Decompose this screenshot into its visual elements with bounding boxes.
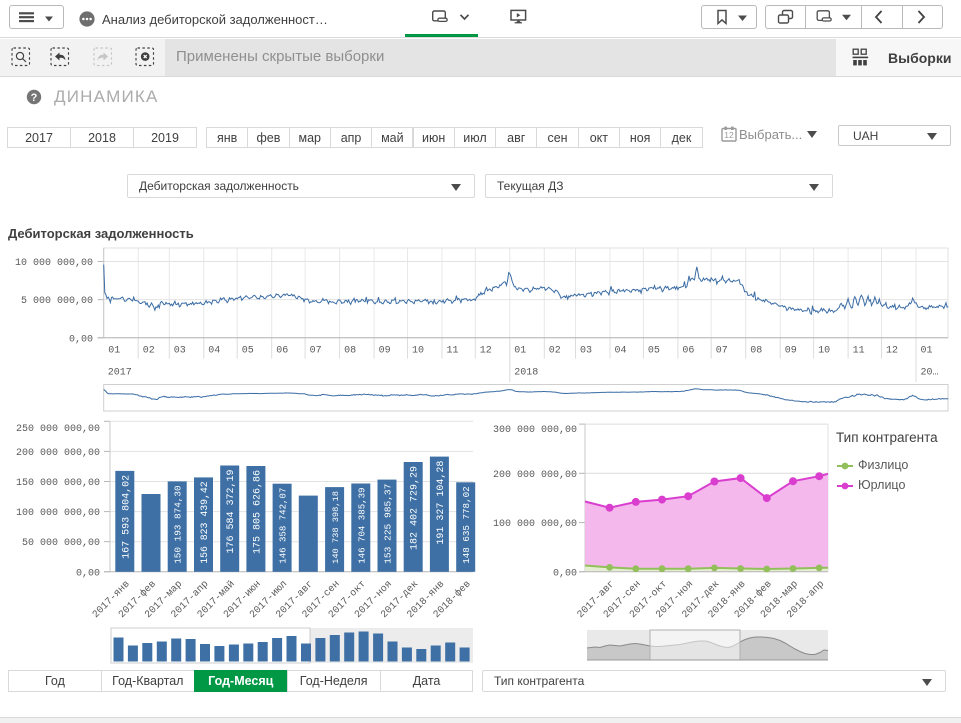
svg-text:03: 03 bbox=[174, 346, 186, 357]
svg-text:2017: 2017 bbox=[108, 368, 132, 379]
svg-text:01: 01 bbox=[108, 346, 120, 357]
svg-text:08: 08 bbox=[750, 346, 762, 357]
svg-text:06: 06 bbox=[682, 346, 694, 357]
svg-text:200 000 000,00: 200 000 000,00 bbox=[493, 470, 577, 481]
svg-text:200 000 000,00: 200 000 000,00 bbox=[16, 448, 100, 459]
svg-text:148 635 778,02: 148 635 778,02 bbox=[461, 486, 472, 563]
svg-text:20…: 20… bbox=[921, 368, 939, 379]
svg-text:175 805 626,86: 175 805 626,86 bbox=[252, 470, 263, 554]
svg-text:156 823 439,42: 156 823 439,42 bbox=[199, 481, 210, 563]
svg-text:03: 03 bbox=[580, 346, 592, 357]
svg-text:04: 04 bbox=[208, 346, 220, 357]
svg-text:05: 05 bbox=[242, 346, 254, 357]
svg-text:191 327 104,28: 191 327 104,28 bbox=[436, 461, 447, 545]
svg-text:12: 12 bbox=[480, 346, 492, 357]
svg-text:167 593 804,02: 167 593 804,02 bbox=[121, 475, 132, 559]
svg-text:0,00: 0,00 bbox=[553, 568, 577, 579]
svg-text:05: 05 bbox=[648, 346, 660, 357]
svg-text:07: 07 bbox=[716, 346, 728, 357]
svg-text:250 000 000,00: 250 000 000,00 bbox=[16, 424, 100, 435]
svg-text:06: 06 bbox=[276, 346, 288, 357]
svg-text:07: 07 bbox=[310, 346, 322, 357]
svg-text:01: 01 bbox=[921, 346, 933, 357]
svg-text:140 738 398,18: 140 738 398,18 bbox=[331, 491, 341, 564]
svg-text:100 000 000,00: 100 000 000,00 bbox=[493, 519, 577, 530]
svg-text:146 358 742,07: 146 358 742,07 bbox=[278, 488, 289, 564]
svg-text:09: 09 bbox=[785, 346, 797, 357]
svg-text:182 402 729,29: 182 402 729,29 bbox=[410, 466, 421, 550]
svg-text:2018: 2018 bbox=[514, 368, 538, 379]
svg-text:176 584 372,19: 176 584 372,19 bbox=[226, 470, 237, 554]
svg-text:01: 01 bbox=[514, 346, 526, 357]
svg-text:150 193 874,30: 150 193 874,30 bbox=[173, 485, 184, 564]
svg-text:11: 11 bbox=[853, 346, 865, 357]
svg-text:02: 02 bbox=[143, 346, 155, 357]
svg-text:5 000 000,00: 5 000 000,00 bbox=[21, 296, 93, 307]
svg-text:150 000 000,00: 150 000 000,00 bbox=[16, 478, 100, 489]
svg-text:10: 10 bbox=[412, 346, 424, 357]
svg-text:0,00: 0,00 bbox=[76, 568, 100, 579]
svg-text:04: 04 bbox=[615, 346, 627, 357]
svg-text:146 704 385,39: 146 704 385,39 bbox=[356, 488, 367, 564]
svg-text:08: 08 bbox=[344, 346, 356, 357]
svg-text:12: 12 bbox=[886, 346, 898, 357]
svg-text:153 225 985,37: 153 225 985,37 bbox=[383, 484, 394, 564]
svg-text:11: 11 bbox=[447, 346, 459, 357]
svg-text:02: 02 bbox=[549, 346, 561, 357]
svg-text:100 000 000,00: 100 000 000,00 bbox=[16, 508, 100, 519]
svg-text:50 000 000,00: 50 000 000,00 bbox=[22, 538, 100, 549]
svg-text:0,00: 0,00 bbox=[69, 334, 93, 345]
svg-text:10: 10 bbox=[818, 346, 830, 357]
svg-text:300 000 000,00: 300 000 000,00 bbox=[493, 425, 577, 436]
svg-text:10 000 000,00: 10 000 000,00 bbox=[15, 258, 93, 269]
svg-text:09: 09 bbox=[379, 346, 391, 357]
